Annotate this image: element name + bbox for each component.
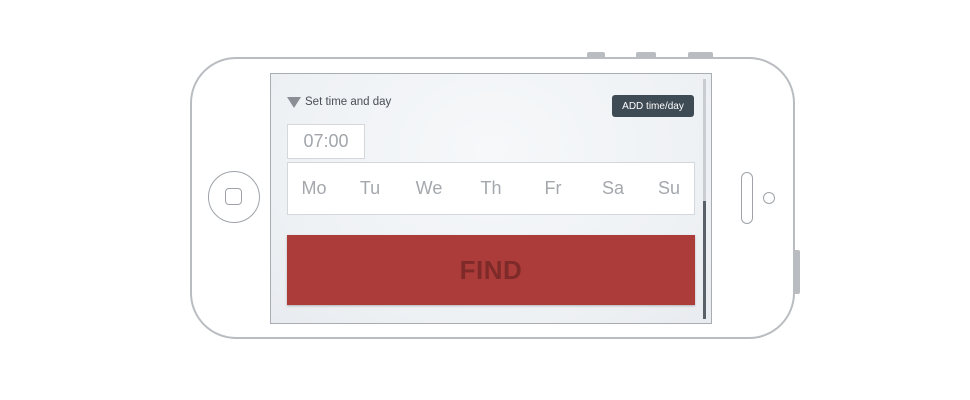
- scrollbar[interactable]: [703, 79, 706, 319]
- triangle-down-icon: [287, 96, 301, 108]
- time-input[interactable]: 07:00: [287, 124, 365, 159]
- scrollbar-thumb[interactable]: [703, 201, 706, 319]
- day-saturday[interactable]: Sa: [602, 178, 624, 199]
- set-time-toggle[interactable]: Set time and day: [287, 96, 391, 108]
- day-monday[interactable]: Mo: [301, 178, 326, 199]
- day-wednesday[interactable]: We: [416, 178, 443, 199]
- day-tuesday[interactable]: Tu: [360, 178, 380, 199]
- day-friday[interactable]: Fr: [545, 178, 562, 199]
- phone-screen: Set time and day ADD time/day 07:00 Mo T…: [270, 73, 712, 324]
- phone-side-button: [795, 250, 800, 294]
- phone-speaker: [741, 172, 753, 224]
- home-square-icon: [225, 188, 242, 205]
- day-thursday[interactable]: Th: [480, 178, 501, 199]
- add-time-day-button[interactable]: ADD time/day: [612, 95, 694, 117]
- phone-camera: [763, 192, 775, 204]
- device-mockup: Set time and day ADD time/day 07:00 Mo T…: [0, 0, 970, 400]
- day-sunday[interactable]: Su: [658, 178, 680, 199]
- days-selector: Mo Tu We Th Fr Sa Su: [287, 162, 695, 215]
- find-button[interactable]: FIND: [287, 235, 695, 305]
- home-button[interactable]: [208, 171, 260, 223]
- section-label: Set time and day: [305, 96, 392, 108]
